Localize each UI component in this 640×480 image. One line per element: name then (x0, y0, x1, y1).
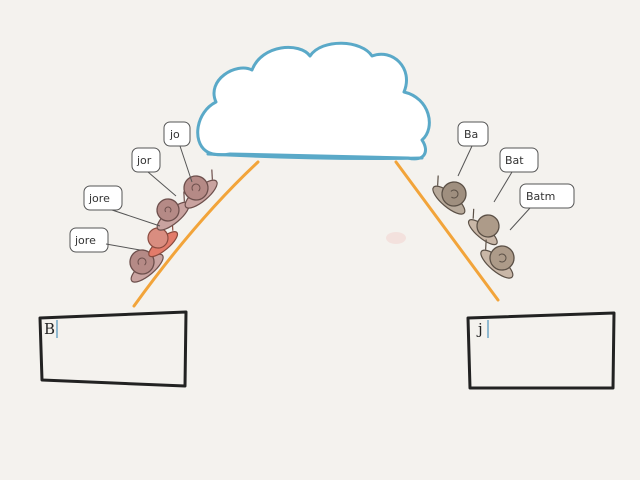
left-snail-group (129, 169, 218, 283)
cloud-shape (196, 41, 431, 161)
bubble-left-3: jore (83, 185, 161, 227)
right-box-text: j (476, 320, 483, 338)
bubble-left-2-text: jor (136, 154, 152, 167)
snail-right-3 (480, 239, 515, 279)
bubble-right-3-text: Batm (526, 190, 555, 203)
left-box-outline (38, 310, 188, 388)
right-text-box[interactable]: j (466, 311, 616, 390)
bubble-left-1-text: jo (169, 128, 180, 141)
sketch-canvas: jo jor jore jore Ba Bat Batm B j (0, 0, 640, 480)
left-box-text: B (44, 320, 55, 338)
bubble-right-1-text: Ba (464, 128, 478, 141)
bubble-left-1: jo (163, 121, 193, 183)
right-speech-bubbles: Ba Bat Batm (457, 121, 575, 231)
bubble-right-1: Ba (457, 121, 489, 177)
bubble-right-2-text: Bat (505, 154, 524, 167)
bubble-left-3-text: jore (88, 192, 110, 205)
right-snail-group (432, 175, 515, 279)
bubble-left-4-text: jore (74, 234, 96, 247)
diagram-svg: jo jor jore jore Ba Bat Batm B j (38, 41, 616, 390)
faint-smudge (386, 232, 406, 244)
left-text-box[interactable]: B (38, 310, 188, 388)
bubble-left-4: jore (69, 227, 141, 253)
right-box-outline (466, 311, 616, 390)
bubble-left-2: jor (131, 147, 177, 197)
bubble-right-3: Batm (509, 183, 575, 231)
